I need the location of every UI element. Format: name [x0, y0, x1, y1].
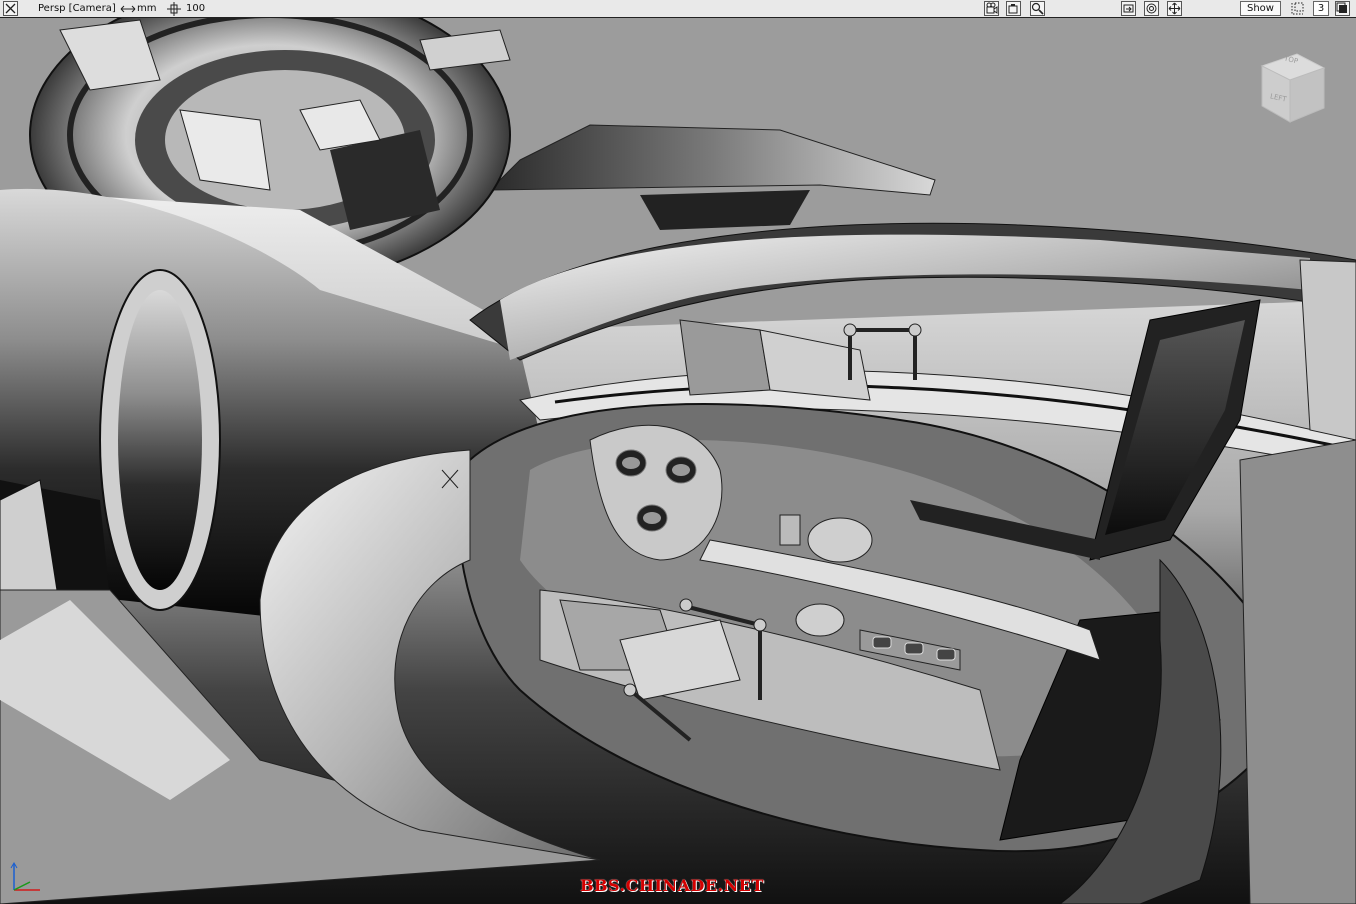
- camera-icon[interactable]: [984, 1, 999, 16]
- move-icon[interactable]: [1167, 1, 1182, 16]
- video-camera-icon[interactable]: [1006, 1, 1021, 16]
- unit-label[interactable]: mm: [137, 0, 156, 17]
- watermark-text: BBS.CHINADE.NET: [580, 876, 764, 895]
- grid-value[interactable]: 100: [186, 0, 205, 17]
- maximize-icon[interactable]: [1335, 1, 1350, 16]
- orbit-icon[interactable]: [1144, 1, 1159, 16]
- grid-snap-icon: [166, 0, 182, 17]
- viewcube[interactable]: TOP LEFT: [1252, 46, 1328, 130]
- shaded-model-render: [0, 18, 1356, 904]
- viewport-title-bar: Persp [Camera] mm 100 Show 3: [0, 0, 1356, 18]
- display-mode-icon[interactable]: [1290, 1, 1305, 16]
- axis-gizmo: [6, 860, 46, 898]
- show-button[interactable]: Show: [1240, 1, 1281, 16]
- close-icon[interactable]: [3, 1, 18, 16]
- layout-number[interactable]: 3: [1313, 1, 1329, 16]
- view-label[interactable]: Persp [Camera]: [38, 0, 116, 17]
- pan-icon[interactable]: [1121, 1, 1136, 16]
- magnify-icon[interactable]: [1030, 1, 1045, 16]
- 3d-viewport[interactable]: [0, 18, 1356, 904]
- horizontal-arrows-icon: [120, 0, 136, 17]
